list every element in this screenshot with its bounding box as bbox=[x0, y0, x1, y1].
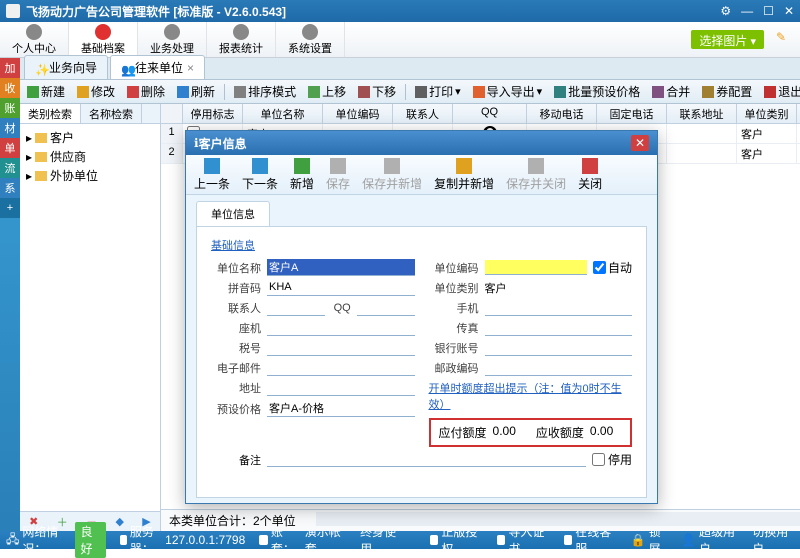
close-icon[interactable]: ✕ bbox=[784, 4, 794, 18]
dlg-saveclose-button[interactable]: 保存并关闭 bbox=[506, 158, 566, 192]
import-export-button[interactable]: 导入导出▾ bbox=[470, 81, 546, 102]
sort-mode-button[interactable]: 排序模式 bbox=[231, 81, 299, 102]
menu-base-data[interactable]: 基础档案 bbox=[69, 22, 138, 57]
dialog-title: 客户信息 bbox=[199, 135, 631, 152]
section-title: 基础信息 bbox=[211, 237, 632, 253]
settings-icon[interactable]: ⚙ bbox=[720, 4, 731, 18]
lock-icon: 🔒 bbox=[631, 533, 646, 547]
menu-personal[interactable]: 个人中心 bbox=[0, 22, 69, 57]
nav-receive[interactable]: 收 bbox=[0, 78, 20, 98]
toolbar: 新建 修改 删除 刷新 排序模式 上移 下移 打印▾ 导入导出▾ 批量预设价格 … bbox=[20, 80, 800, 104]
main-menubar: 个人中心 基础档案 业务处理 报表统计 系统设置 选择图片 ▾ ✎ bbox=[0, 22, 800, 58]
fax-input[interactable] bbox=[485, 321, 633, 336]
account-icon bbox=[259, 535, 268, 545]
tree-node-customer[interactable]: ▸客户 bbox=[26, 128, 154, 147]
auto-checkbox[interactable] bbox=[593, 261, 606, 274]
zip-input[interactable] bbox=[485, 361, 633, 376]
nav-plus[interactable]: + bbox=[0, 198, 20, 218]
remark-input[interactable] bbox=[267, 452, 586, 467]
grid-footer: 本类单位合计：2个单位 bbox=[161, 509, 800, 531]
left-nav: 加 收 账 材 单 流 系 + bbox=[0, 58, 20, 531]
user-icon: 👤 bbox=[681, 533, 696, 547]
print-button[interactable]: 打印▾ bbox=[412, 81, 464, 102]
bank-input[interactable] bbox=[485, 341, 633, 356]
receivable-value[interactable]: 0.00 bbox=[590, 424, 613, 441]
assign-button[interactable]: 券配置 bbox=[699, 81, 755, 102]
nav-add[interactable]: 加 bbox=[0, 58, 20, 78]
nav-system[interactable]: 系 bbox=[0, 178, 20, 198]
tree-tab-name[interactable]: 名称检索 bbox=[81, 104, 142, 123]
contact-input[interactable] bbox=[267, 301, 325, 316]
h-scrollbar[interactable] bbox=[316, 512, 800, 526]
statusbar: 🖧网络情况：良好 服务器：127.0.0.1:7798 账套：演示帐套 终身使用… bbox=[0, 531, 800, 549]
folder-icon bbox=[35, 133, 47, 143]
menu-reports[interactable]: 报表统计 bbox=[207, 22, 276, 57]
minimize-icon[interactable]: — bbox=[741, 4, 753, 18]
server-icon bbox=[120, 535, 127, 545]
prev-button[interactable]: 上一条 bbox=[194, 158, 230, 192]
payable-value[interactable]: 0.00 bbox=[493, 424, 516, 441]
stop-use-checkbox[interactable] bbox=[592, 453, 605, 466]
folder-icon bbox=[35, 171, 47, 181]
tab-partners[interactable]: 👥往来单位 × bbox=[110, 55, 205, 79]
taxno-input[interactable] bbox=[267, 341, 415, 356]
document-tabs: ✨业务向导 👥往来单位 × bbox=[20, 58, 800, 80]
landline-input[interactable] bbox=[267, 321, 415, 336]
refresh-button[interactable]: 刷新 bbox=[174, 81, 218, 102]
new-button[interactable]: 新建 bbox=[24, 81, 68, 102]
net-icon: 🖧 bbox=[6, 530, 19, 551]
dlg-save-button[interactable]: 保存 bbox=[326, 158, 350, 192]
address-input[interactable] bbox=[267, 381, 415, 396]
tree-tab-category[interactable]: 类别检索 bbox=[20, 104, 81, 123]
pinyin-input[interactable]: KHA bbox=[267, 281, 415, 296]
nav-flow[interactable]: 流 bbox=[0, 158, 20, 178]
exit-button[interactable]: 退出 bbox=[761, 81, 800, 102]
unit-name-input[interactable]: 客户A bbox=[267, 259, 415, 276]
net-status: 良好 bbox=[75, 522, 107, 558]
window-titlebar: 飞扬动力广告公司管理软件 [标准版 - V2.6.0.543] ⚙ — ☐ ✕ bbox=[0, 0, 800, 22]
merge-button[interactable]: 合并 bbox=[649, 81, 693, 102]
tree-node-supplier[interactable]: ▸供应商 bbox=[26, 147, 154, 166]
dlg-close-button[interactable]: 关闭 bbox=[578, 158, 602, 192]
dlg-tab-unitinfo[interactable]: 单位信息 bbox=[196, 201, 270, 226]
next-button[interactable]: 下一条 bbox=[242, 158, 278, 192]
limit-box: 应付额度0.00 应收额度0.00 bbox=[429, 418, 633, 447]
customer-info-dialog: ℹ 客户信息 ✕ 上一条 下一条 新增 保存 保存并新增 复制并新增 保存并关闭… bbox=[185, 130, 658, 504]
nav-account[interactable]: 账 bbox=[0, 98, 20, 118]
edit-button[interactable]: 修改 bbox=[74, 81, 118, 102]
dlg-copyadd-button[interactable]: 复制并新增 bbox=[434, 158, 494, 192]
maximize-icon[interactable]: ☐ bbox=[763, 4, 774, 18]
move-down-button[interactable]: 下移 bbox=[355, 81, 399, 102]
select-picture-button[interactable]: 选择图片 ▾ bbox=[691, 30, 764, 49]
nav-material[interactable]: 材 bbox=[0, 118, 20, 138]
preset-price-input[interactable]: 客户A-价格 bbox=[267, 400, 415, 417]
menu-business[interactable]: 业务处理 bbox=[138, 22, 207, 57]
move-up-button[interactable]: 上移 bbox=[305, 81, 349, 102]
email-input[interactable] bbox=[267, 361, 415, 376]
wizard-icon: ✨ bbox=[35, 63, 45, 73]
qq-input[interactable] bbox=[357, 301, 415, 316]
unit-type-value: 客户 bbox=[485, 280, 507, 296]
unit-code-input[interactable] bbox=[485, 260, 587, 275]
mobile-input[interactable] bbox=[485, 301, 633, 316]
grid-header: 停用标志 单位名称 单位编码 联系人 QQ 移动电话 固定电话 联系地址 单位类… bbox=[161, 104, 800, 124]
menu-settings[interactable]: 系统设置 bbox=[276, 22, 345, 57]
dlg-saveadd-button[interactable]: 保存并新增 bbox=[362, 158, 422, 192]
dlg-new-button[interactable]: 新增 bbox=[290, 158, 314, 192]
app-logo bbox=[6, 4, 20, 18]
limit-note: 开单时额度超出提示（注：值为0时不生效） bbox=[429, 380, 633, 412]
window-title: 飞扬动力广告公司管理软件 [标准版 - V2.6.0.543] bbox=[26, 3, 720, 20]
tab-wizard[interactable]: ✨业务向导 bbox=[24, 55, 108, 79]
partners-icon: 👥 bbox=[121, 63, 131, 73]
brush-icon[interactable]: ✎ bbox=[776, 30, 792, 49]
tab-close-icon[interactable]: × bbox=[187, 61, 194, 75]
tree-pane: 类别检索 名称检索 ▸客户 ▸供应商 ▸外协单位 ✖ ＋ － ◆ ▶ bbox=[20, 104, 161, 531]
tree-node-outsource[interactable]: ▸外协单位 bbox=[26, 166, 154, 185]
nav-order[interactable]: 单 bbox=[0, 138, 20, 158]
folder-icon bbox=[35, 152, 47, 162]
batch-price-button[interactable]: 批量预设价格 bbox=[551, 81, 643, 102]
delete-button[interactable]: 删除 bbox=[124, 81, 168, 102]
dialog-close-icon[interactable]: ✕ bbox=[631, 135, 649, 151]
